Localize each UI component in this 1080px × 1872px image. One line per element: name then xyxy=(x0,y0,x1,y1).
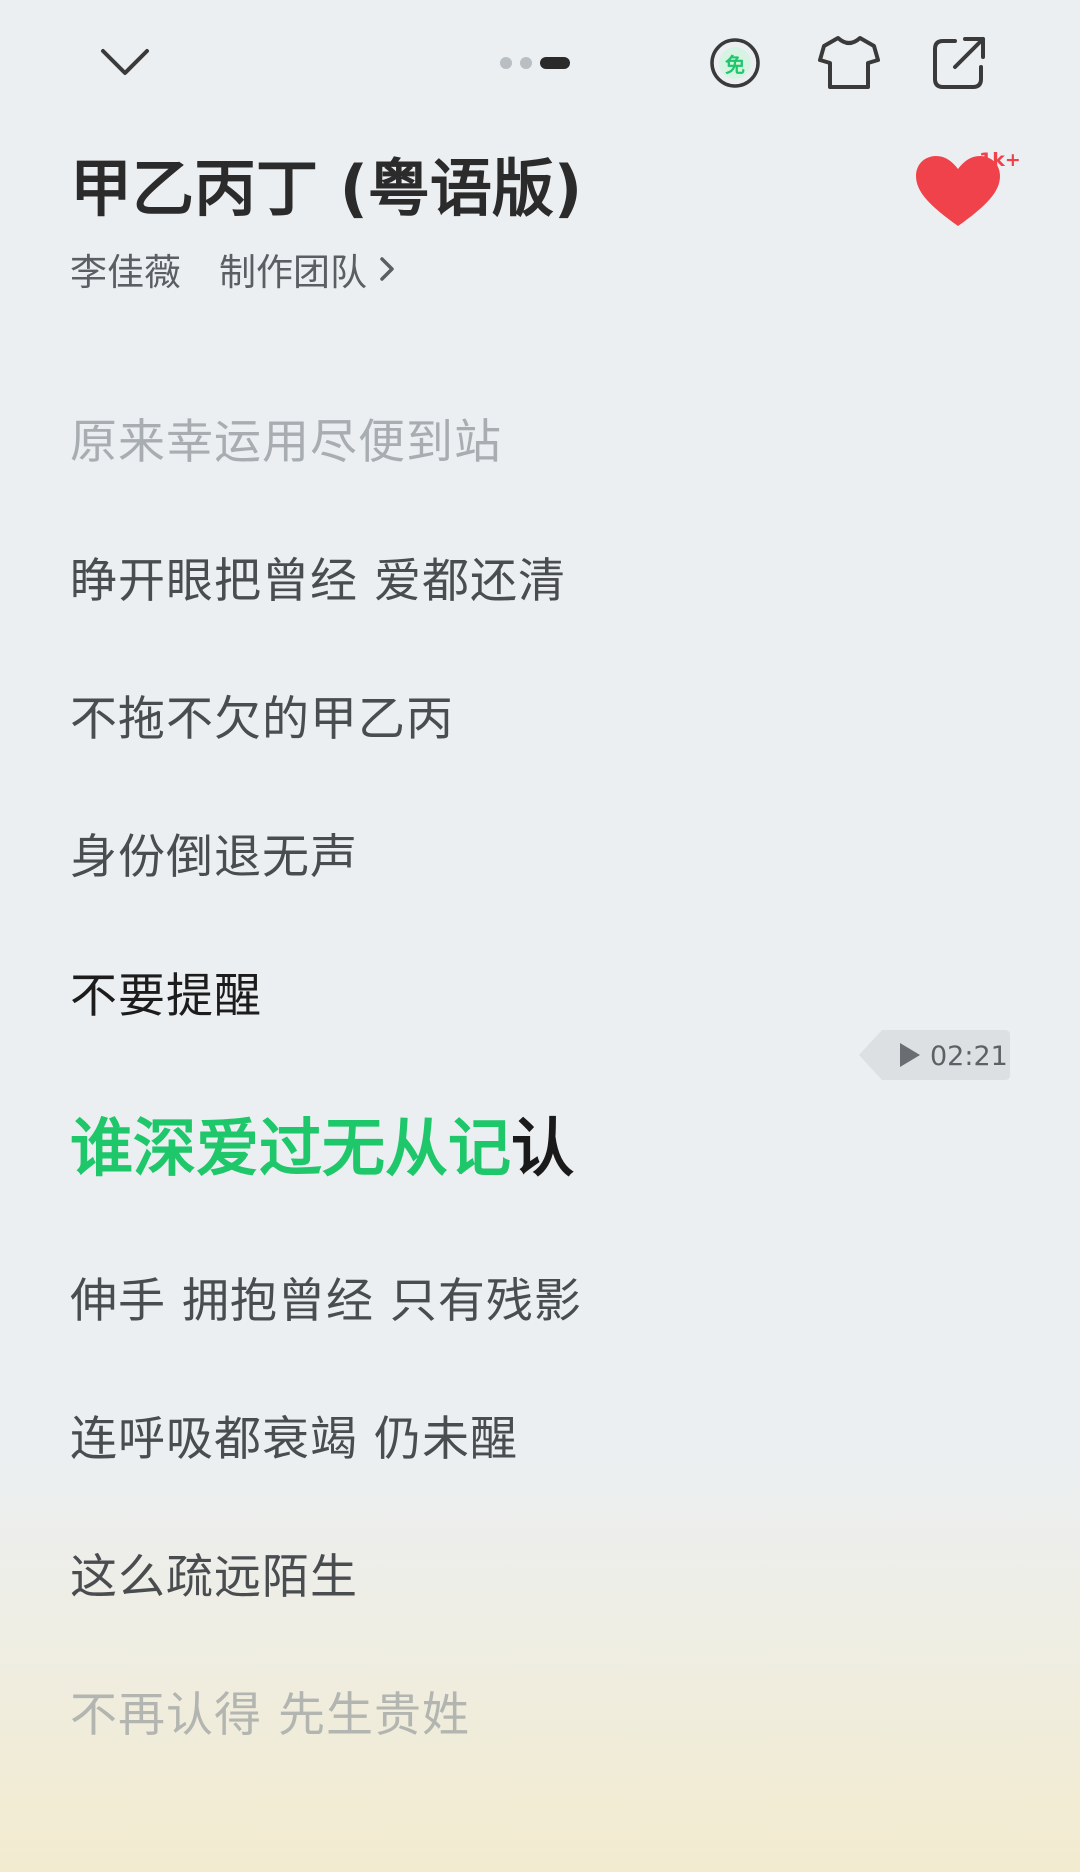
lyric-line[interactable]: 伸手 拥抱曾经 只有残影 xyxy=(70,1262,582,1331)
current-lyric-unsung: 认 xyxy=(511,1112,574,1185)
free-badge-label: 免 xyxy=(725,52,745,77)
lyric-line[interactable]: 连呼吸都衰竭 仍未醒 xyxy=(70,1400,518,1469)
artist-link[interactable]: 李佳薇 xyxy=(70,242,181,296)
lyric-line[interactable]: 睁开眼把曾经 爱都还清 xyxy=(70,542,566,611)
lyric-line[interactable]: 不拖不欠的甲乙丙 xyxy=(70,680,454,749)
like-count: 1k+ xyxy=(979,149,1021,171)
song-title: 甲乙丙丁 (粤语版) xyxy=(70,152,583,225)
page-dot xyxy=(500,57,512,69)
lyric-line[interactable]: 不要提醒 xyxy=(70,957,262,1026)
page-indicator xyxy=(500,57,570,69)
lyric-line[interactable]: 这么疏远陌生 xyxy=(70,1538,358,1607)
credits-link[interactable]: 制作团队 xyxy=(219,242,395,296)
current-lyric-line[interactable]: 谁深爱过无从记认 xyxy=(70,1098,574,1189)
seek-time: 02:21 xyxy=(930,1041,1008,1072)
chevron-right-icon xyxy=(379,255,395,283)
free-badge-icon[interactable]: 免 xyxy=(708,36,762,90)
page-dot-active xyxy=(540,57,570,69)
lyric-line[interactable]: 不再认得 先生贵姓 xyxy=(70,1676,470,1745)
share-icon[interactable] xyxy=(928,32,990,94)
song-subline: 李佳薇 制作团队 xyxy=(70,242,395,296)
lyric-line[interactable]: 原来幸运用尽便到站 xyxy=(70,403,502,472)
top-bar: 免 xyxy=(0,0,1080,130)
tshirt-icon[interactable] xyxy=(816,30,882,94)
chevron-down-icon[interactable] xyxy=(90,36,160,88)
page-dot xyxy=(520,57,532,69)
current-lyric-sung: 谁深爱过无从记 xyxy=(70,1112,511,1185)
credits-label: 制作团队 xyxy=(219,251,367,294)
lyric-line[interactable]: 身份倒退无声 xyxy=(70,818,358,887)
